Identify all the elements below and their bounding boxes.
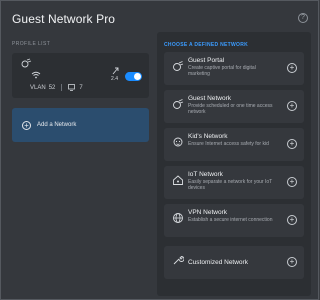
kid-icon <box>173 137 183 147</box>
option-name: Kid's Network <box>188 133 228 140</box>
vpn-globe-icon <box>173 213 183 223</box>
add-option-icon[interactable]: + <box>287 63 297 73</box>
option-kids-network[interactable]: Kid's Network Ensure Internet access saf… <box>164 128 304 161</box>
add-option-icon[interactable]: + <box>287 101 297 111</box>
option-desc: Establish a secure internet connection <box>188 217 273 223</box>
help-icon[interactable]: ? <box>298 13 308 23</box>
add-option-icon[interactable]: + <box>287 257 297 267</box>
option-name: Customized Network <box>188 259 248 266</box>
profile-card[interactable]: 2.4 VLAN 52 7 <box>12 53 149 98</box>
wifi-icon <box>31 71 41 79</box>
add-option-icon[interactable]: + <box>287 177 297 187</box>
option-desc: Easily separate a network for your IoT d… <box>188 179 273 191</box>
wrench-icon <box>173 256 184 265</box>
profile-list-label: PROFILE LIST <box>12 41 51 47</box>
guest-icon <box>173 99 184 109</box>
page-title: Guest Network Pro <box>12 12 116 26</box>
option-desc: Provide scheduled or one time access net… <box>188 103 273 115</box>
divider <box>61 84 63 91</box>
option-guest-portal[interactable]: Guest Portal Create captive portal for d… <box>164 52 304 85</box>
add-option-icon[interactable]: + <box>287 215 297 225</box>
option-name: IoT Network <box>188 171 223 178</box>
option-guest-network[interactable]: Guest Network Provide scheduled or one t… <box>164 90 304 123</box>
option-name: VPN Network <box>188 209 228 216</box>
option-iot-network[interactable]: IoT Network Easily separate a network fo… <box>164 166 304 199</box>
network-toggle[interactable] <box>125 72 142 81</box>
vlan-row: VLAN 52 7 <box>30 84 83 91</box>
band-arrow-icon <box>112 67 119 75</box>
vlan-label: VLAN <box>30 84 46 91</box>
band-label: 2.4 <box>111 76 118 82</box>
add-network-label: Add a Network <box>37 122 77 128</box>
devices-count: 7 <box>79 84 83 91</box>
add-network-button[interactable]: + Add a Network <box>12 108 149 142</box>
defined-networks-panel: CHOOSE A DEFINED NETWORK Guest Portal Cr… <box>157 32 311 296</box>
iot-icon <box>173 175 183 185</box>
devices-icon <box>68 84 76 91</box>
option-vpn-network[interactable]: VPN Network Establish a secure internet … <box>164 204 304 237</box>
option-name: Guest Portal <box>188 57 225 64</box>
option-desc: Ensure Internet access safety for kid <box>188 141 269 147</box>
choose-network-label: CHOOSE A DEFINED NETWORK <box>164 42 249 48</box>
vlan-value: 52 <box>48 84 56 91</box>
guest-network-icon <box>21 58 32 68</box>
plus-icon: + <box>22 120 31 130</box>
add-option-icon[interactable]: + <box>287 139 297 149</box>
app-frame: Guest Network Pro ? PROFILE LIST 2.4 VLA… <box>0 0 319 300</box>
portal-icon <box>173 61 184 71</box>
option-customized-network[interactable]: Customized Network + <box>164 246 304 279</box>
option-desc: Create captive portal for digital market… <box>188 65 256 77</box>
option-name: Guest Network <box>188 95 231 102</box>
